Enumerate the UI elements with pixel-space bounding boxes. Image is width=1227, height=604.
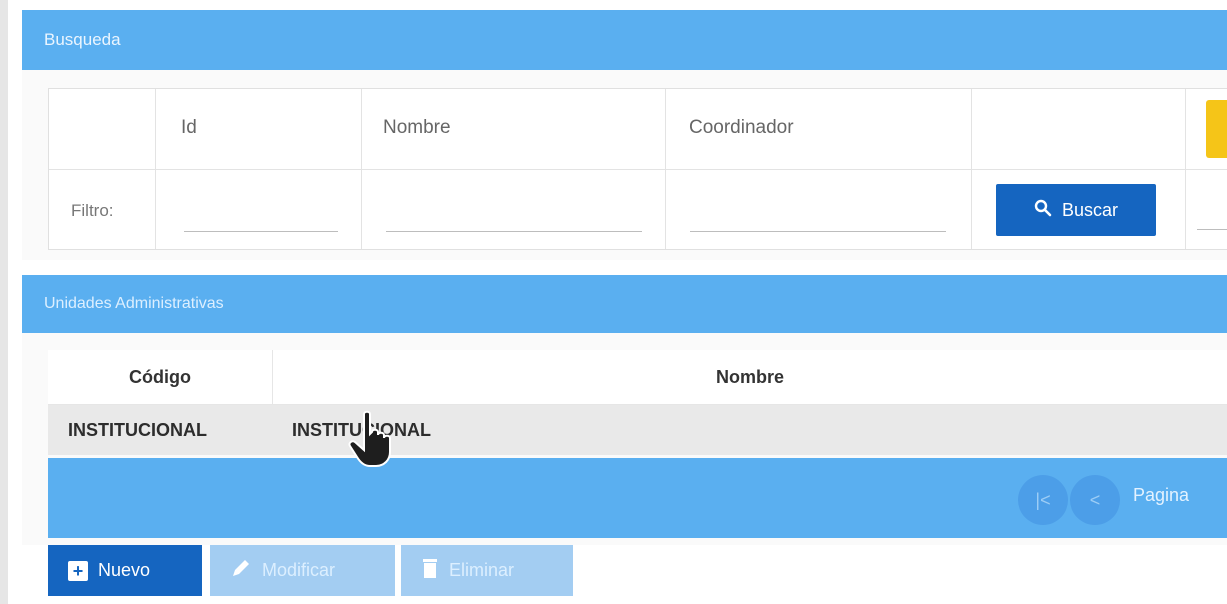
- search-panel-title: Busqueda: [44, 30, 121, 49]
- search-panel-header: Busqueda: [22, 10, 1227, 70]
- clear-filter-button[interactable]: [1206, 100, 1227, 158]
- filter-nombre-input[interactable]: [386, 207, 642, 232]
- column-header-nombre[interactable]: Nombre: [273, 350, 1227, 404]
- pencil-icon: [230, 557, 252, 584]
- cell-codigo: INSTITUCIONAL: [68, 420, 207, 440]
- filter-label: Filtro:: [71, 201, 114, 220]
- new-button[interactable]: + Nuevo: [48, 545, 202, 596]
- column-label-coordinador: Coordinador: [689, 117, 794, 138]
- filter-coordinador-input[interactable]: [690, 207, 946, 232]
- units-panel-title: Unidades Administrativas: [44, 295, 224, 312]
- search-button[interactable]: Buscar: [996, 184, 1156, 236]
- column-label-nombre: Nombre: [383, 117, 451, 138]
- prev-page-button[interactable]: <: [1070, 475, 1120, 525]
- column-header-codigo[interactable]: Código: [48, 350, 272, 404]
- search-icon: [1034, 199, 1052, 222]
- delete-button-label: Eliminar: [449, 560, 515, 580]
- new-button-label: Nuevo: [98, 560, 151, 580]
- units-panel-header: Unidades Administrativas: [22, 275, 1227, 333]
- plus-icon: +: [68, 560, 88, 581]
- edit-button-label: Modificar: [262, 560, 336, 580]
- window-left-edge: [0, 0, 8, 604]
- edit-button[interactable]: Modificar: [210, 545, 395, 596]
- first-page-button[interactable]: |<: [1018, 475, 1068, 525]
- grid-row-divider: [49, 169, 1227, 170]
- trash-icon: [421, 557, 439, 584]
- filter-extra-input[interactable]: [1197, 207, 1227, 230]
- page-label: Pagina: [1133, 485, 1190, 505]
- hand-cursor-icon: [348, 410, 391, 467]
- search-button-label: Buscar: [1061, 199, 1119, 220]
- filter-id-input[interactable]: [184, 207, 338, 232]
- pagination-bar: |< < Pagina: [48, 458, 1227, 538]
- delete-button[interactable]: Eliminar: [401, 545, 573, 596]
- table-header-row: Código Nombre: [48, 350, 1227, 405]
- column-label-id: Id: [181, 117, 197, 138]
- table-row[interactable]: INSTITUCIONAL INSTITUCIONAL: [48, 405, 1227, 455]
